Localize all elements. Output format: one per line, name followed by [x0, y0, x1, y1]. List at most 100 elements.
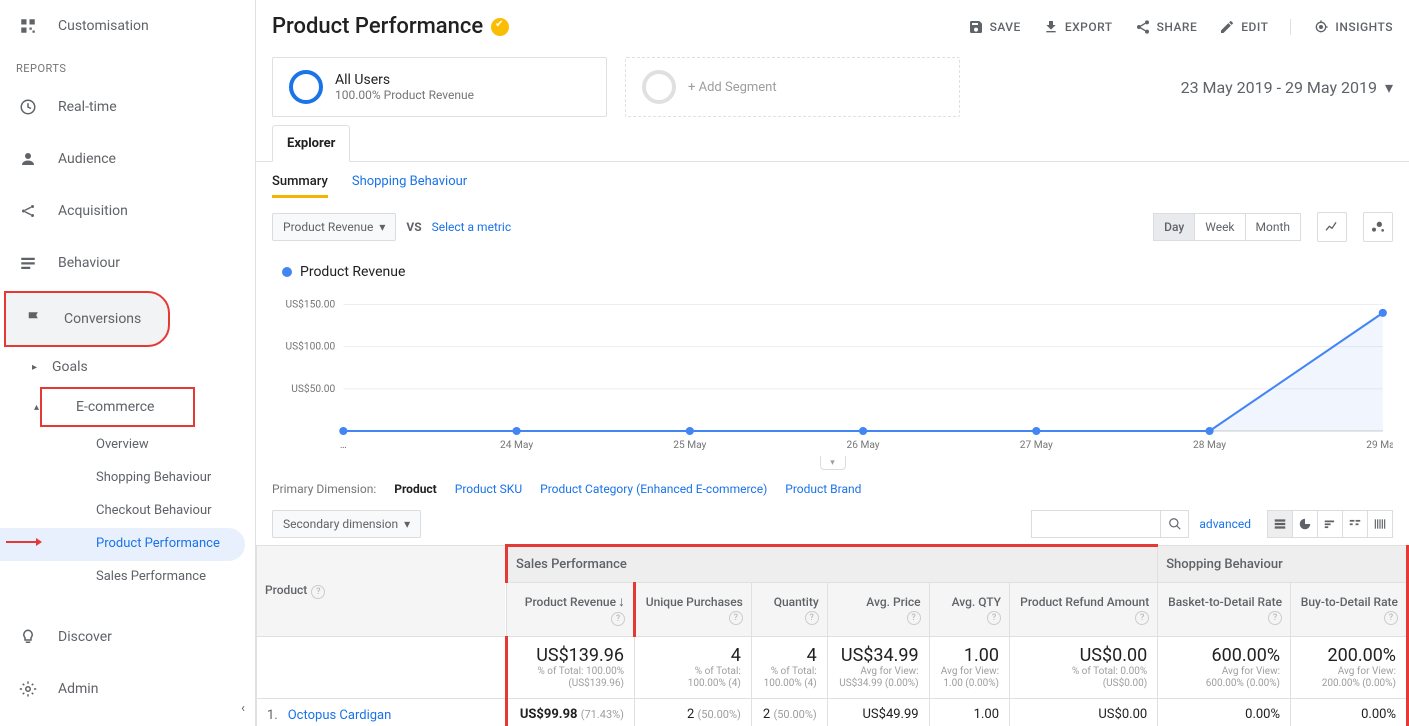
granularity-month[interactable]: Month	[1245, 213, 1301, 241]
product-link[interactable]: Octopus Cardigan	[288, 708, 392, 723]
sidebar-label: Acquisition	[58, 203, 128, 219]
sidebar-leaf-shopping-behaviour[interactable]: Shopping Behaviour	[0, 462, 255, 495]
view-toggles	[1267, 510, 1393, 538]
help-icon[interactable]: ?	[1268, 611, 1282, 625]
subtab-shopping-behaviour[interactable]: Shopping Behaviour	[352, 174, 467, 198]
table-cell: US$99.98 (71.43%)	[507, 699, 635, 726]
dimension-brand[interactable]: Product Brand	[785, 482, 861, 496]
sidebar-item-discover[interactable]: Discover	[0, 611, 255, 663]
svg-text:26 May: 26 May	[847, 440, 880, 451]
sidebar-label: Conversions	[64, 311, 141, 327]
help-icon[interactable]: ?	[1384, 611, 1398, 625]
date-range-picker[interactable]: 23 May 2019 - 29 May 2019 ▾	[1181, 78, 1393, 97]
search-input[interactable]	[1031, 510, 1161, 538]
col-group-shopping: Shopping Behaviour	[1158, 546, 1408, 583]
dimension-product[interactable]: Product	[394, 482, 437, 496]
sidebar-sub-goals[interactable]: Goals	[0, 349, 255, 385]
view-pivot-button[interactable]	[1367, 510, 1393, 538]
help-icon[interactable]: ?	[987, 611, 1001, 625]
sidebar-item-acquisition[interactable]: Acquisition	[0, 185, 255, 237]
page-title: Product Performance	[272, 14, 483, 39]
sidebar-item-audience[interactable]: Audience	[0, 133, 255, 185]
sidebar-sub-ecommerce[interactable]: E-commerce	[40, 387, 195, 427]
chart-type-line-button[interactable]	[1317, 212, 1347, 242]
svg-text:29 May: 29 May	[1366, 440, 1393, 451]
collapse-sidebar-button[interactable]: ‹	[241, 701, 245, 716]
sidebar-item-realtime[interactable]: Real-time	[0, 81, 255, 133]
col-refund[interactable]: Product Refund Amount?	[1010, 583, 1158, 637]
segment-all-users[interactable]: All Users 100.00% Product Revenue	[272, 57, 607, 117]
data-table: Product? Sales Performance Shopping Beha…	[256, 544, 1409, 726]
table-cell: 2 (50.00%)	[635, 699, 752, 726]
table-cell: 0.00%	[1158, 699, 1291, 726]
granularity-day[interactable]: Day	[1153, 213, 1195, 241]
segment-subtitle: 100.00% Product Revenue	[335, 88, 474, 102]
svg-text:US$150.00: US$150.00	[286, 298, 336, 311]
insights-button[interactable]: INSIGHTS	[1313, 19, 1393, 35]
svg-text:…: …	[340, 440, 347, 451]
sidebar-item-conversions[interactable]: Conversions	[4, 291, 170, 347]
sidebar-item-customisation[interactable]: Customisation	[0, 0, 255, 52]
total-basket: 600.00%Avg for View:600.00% (0.00%)	[1158, 637, 1291, 699]
sidebar-section-reports: REPORTS	[0, 52, 255, 81]
share-icon	[16, 199, 40, 223]
view-comparison-button[interactable]	[1342, 510, 1368, 538]
metric-dropdown[interactable]: Product Revenue ▾	[272, 213, 396, 241]
chart-type-motion-button[interactable]	[1363, 212, 1393, 242]
sidebar-leaf-overview[interactable]: Overview	[0, 429, 255, 462]
tab-explorer[interactable]: Explorer	[272, 125, 350, 162]
col-buy[interactable]: Buy-to-Detail Rate?	[1291, 583, 1408, 637]
view-table-button[interactable]	[1267, 510, 1293, 538]
view-pie-button[interactable]	[1292, 510, 1318, 538]
sidebar-label: Product Performance	[96, 536, 220, 551]
export-button[interactable]: EXPORT	[1043, 19, 1113, 35]
help-icon[interactable]: ?	[805, 611, 819, 625]
help-icon[interactable]: ?	[611, 612, 625, 626]
sidebar-item-admin[interactable]: Admin	[0, 663, 255, 715]
subtab-summary[interactable]: Summary	[272, 174, 328, 198]
col-avgprice[interactable]: Avg. Price?	[827, 583, 929, 637]
col-product[interactable]: Product?	[257, 546, 507, 637]
action-label: SAVE	[990, 20, 1021, 34]
col-qty[interactable]: Quantity?	[751, 583, 827, 637]
help-icon[interactable]: ?	[907, 611, 921, 625]
flag-icon	[22, 307, 46, 331]
col-unique[interactable]: Unique Purchases?	[635, 583, 752, 637]
search-button[interactable]	[1161, 510, 1189, 538]
table-cell: 2 (50.00%)	[751, 699, 827, 726]
legend-label: Product Revenue	[300, 264, 405, 280]
granularity-week[interactable]: Week	[1194, 213, 1245, 241]
table-totals-row: US$139.96% of Total: 100.00%(US$139.96)4…	[257, 637, 1408, 699]
col-revenue[interactable]: Product Revenue↓?	[507, 583, 635, 637]
segment-circle-icon	[642, 70, 676, 104]
advanced-link[interactable]: advanced	[1199, 517, 1251, 531]
dimension-category[interactable]: Product Category (Enhanced E-commerce)	[540, 482, 767, 496]
chart-resize-handle[interactable]: ▾	[820, 456, 846, 470]
sidebar-leaf-product-performance[interactable]: Product Performance	[0, 528, 245, 561]
total-qty: 4% of Total:100.00% (4)	[751, 637, 827, 699]
save-button[interactable]: SAVE	[968, 19, 1021, 35]
help-icon[interactable]: ?	[311, 585, 325, 599]
add-segment-label: + Add Segment	[688, 80, 777, 95]
col-group-sales: Sales Performance	[507, 546, 1158, 583]
select-metric-link[interactable]: Select a metric	[432, 220, 512, 234]
dimension-sku[interactable]: Product SKU	[455, 482, 522, 496]
total-avgprice: US$34.99Avg for View:US$34.99 (0.00%)	[827, 637, 929, 699]
segment-circle-icon	[289, 70, 323, 104]
dropdown-label: Product Revenue	[283, 220, 373, 234]
add-segment-button[interactable]: + Add Segment	[625, 57, 960, 117]
sidebar-item-behaviour[interactable]: Behaviour	[0, 237, 255, 289]
sidebar-leaf-sales-performance[interactable]: Sales Performance	[0, 561, 255, 594]
col-basket[interactable]: Basket-to-Detail Rate?	[1158, 583, 1291, 637]
chart-controls: Product Revenue ▾ VS Select a metric Day…	[256, 204, 1409, 250]
help-icon[interactable]: ?	[1135, 611, 1149, 625]
secondary-dimension-dropdown[interactable]: Secondary dimension ▾	[272, 510, 421, 538]
col-avgqty[interactable]: Avg. QTY?	[929, 583, 1009, 637]
gear-icon	[16, 677, 40, 701]
view-bar-button[interactable]	[1317, 510, 1343, 538]
sidebar-label: Behaviour	[58, 255, 120, 271]
sidebar-leaf-checkout-behaviour[interactable]: Checkout Behaviour	[0, 495, 255, 528]
help-icon[interactable]: ?	[729, 611, 743, 625]
share-button[interactable]: SHARE	[1135, 19, 1198, 35]
edit-button[interactable]: EDIT	[1219, 19, 1268, 35]
